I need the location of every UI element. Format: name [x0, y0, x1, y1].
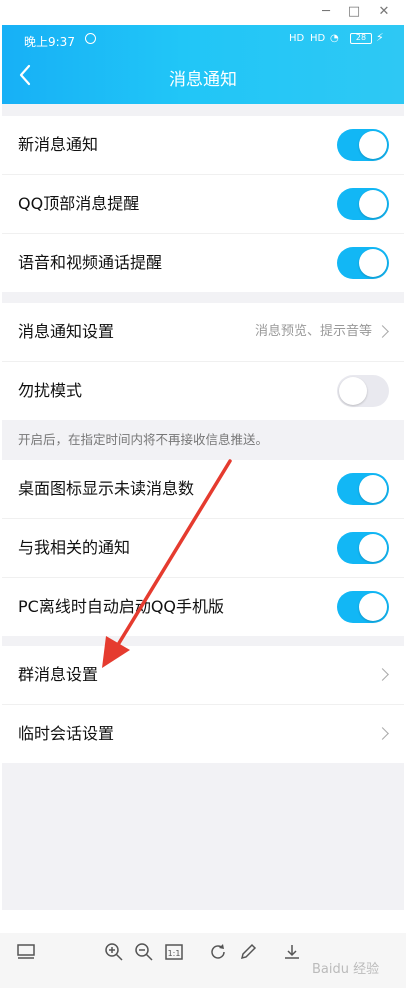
toggle-knob: [359, 190, 387, 218]
battery-icon: 28: [350, 33, 372, 44]
toggle-knob: [359, 131, 387, 159]
wifi-icon: ◔: [330, 33, 339, 44]
svg-text:1:1: 1:1: [168, 949, 181, 958]
close-button[interactable]: ✕: [374, 3, 394, 21]
setting-row-related-notify[interactable]: 与我相关的通知: [2, 518, 404, 577]
dnd-toggle[interactable]: [337, 375, 389, 407]
setting-label: 新消息通知: [18, 135, 99, 154]
maximize-button[interactable]: □: [344, 3, 364, 21]
chevron-right-icon: [376, 325, 389, 338]
setting-label: PC离线时自动启动QQ手机版: [18, 597, 225, 616]
settings-group-misc: 桌面图标显示未读消息数 与我相关的通知 PC离线时自动启动QQ手机版: [2, 460, 404, 636]
top-reminder-toggle[interactable]: [337, 188, 389, 220]
related-notify-toggle[interactable]: [337, 532, 389, 564]
thumbnail-icon[interactable]: [16, 942, 36, 962]
window-titlebar: ─ □ ✕: [0, 0, 406, 25]
toggle-knob: [359, 475, 387, 503]
rotate-icon[interactable]: [208, 942, 228, 962]
setting-row-pc-offline[interactable]: PC离线时自动启动QQ手机版: [2, 577, 404, 636]
setting-value: 消息预览、提示音等: [254, 324, 372, 339]
zoom-in-icon[interactable]: [104, 942, 124, 962]
minimize-button[interactable]: ─: [316, 3, 336, 21]
setting-label: 桌面图标显示未读消息数: [18, 479, 195, 498]
alarm-icon: [85, 33, 96, 44]
setting-label: 与我相关的通知: [18, 538, 131, 557]
settings-group-config: 消息通知设置 消息预览、提示音等 勿扰模式: [2, 303, 404, 420]
viewer-toolbar: 1:1 Baidu 经验: [0, 933, 406, 988]
setting-label: 语音和视频通话提醒: [18, 253, 163, 272]
dnd-hint-text: 开启后，在指定时间内将不再接收信息推送。: [18, 432, 269, 447]
zoom-out-icon[interactable]: [134, 942, 154, 962]
setting-label: 消息通知设置: [18, 322, 115, 341]
pc-offline-toggle[interactable]: [337, 591, 389, 623]
setting-label: 勿扰模式: [18, 381, 83, 400]
setting-row-dnd[interactable]: 勿扰模式: [2, 361, 404, 420]
setting-row-top-reminder[interactable]: QQ顶部消息提醒: [2, 174, 404, 233]
setting-row-new-message[interactable]: 新消息通知: [2, 116, 404, 174]
new-message-toggle[interactable]: [337, 129, 389, 161]
watermark: Baidu 经验: [312, 962, 380, 977]
signal-icon: HD: [289, 33, 305, 44]
settings-group-notify: 新消息通知 QQ顶部消息提醒 语音和视频通话提醒: [2, 116, 404, 292]
setting-label: QQ顶部消息提醒: [18, 194, 140, 213]
setting-label: 临时会话设置: [18, 724, 115, 743]
status-time: 晚上9:37: [24, 35, 75, 49]
toggle-knob: [339, 377, 367, 405]
chevron-right-icon: [376, 727, 389, 740]
toggle-knob: [359, 593, 387, 621]
signal-icon-2: HD: [310, 33, 326, 44]
setting-row-temp-session[interactable]: 临时会话设置: [2, 704, 404, 763]
app-header: 晚上9:37 HD HD ◔ 28 ⚡ 消息通知: [2, 25, 404, 104]
phone-screen: 晚上9:37 HD HD ◔ 28 ⚡ 消息通知 新消息通知 QQ顶部消息提醒 …: [2, 25, 404, 910]
toggle-knob: [359, 534, 387, 562]
settings-group-chats: 群消息设置 临时会话设置: [2, 646, 404, 763]
download-icon[interactable]: [282, 942, 302, 962]
call-reminder-toggle[interactable]: [337, 247, 389, 279]
actual-size-icon[interactable]: 1:1: [164, 942, 184, 962]
page-title: 消息通知: [169, 70, 237, 90]
chevron-right-icon: [376, 668, 389, 681]
setting-row-call-reminder[interactable]: 语音和视频通话提醒: [2, 233, 404, 292]
charging-icon: ⚡: [376, 31, 384, 44]
setting-row-group-message[interactable]: 群消息设置: [2, 646, 404, 704]
badge-count-toggle[interactable]: [337, 473, 389, 505]
setting-row-badge-count[interactable]: 桌面图标显示未读消息数: [2, 460, 404, 518]
setting-row-notify-settings[interactable]: 消息通知设置 消息预览、提示音等: [2, 303, 404, 361]
toggle-knob: [359, 249, 387, 277]
edit-pencil-icon[interactable]: [238, 942, 258, 962]
setting-label: 群消息设置: [18, 665, 99, 684]
